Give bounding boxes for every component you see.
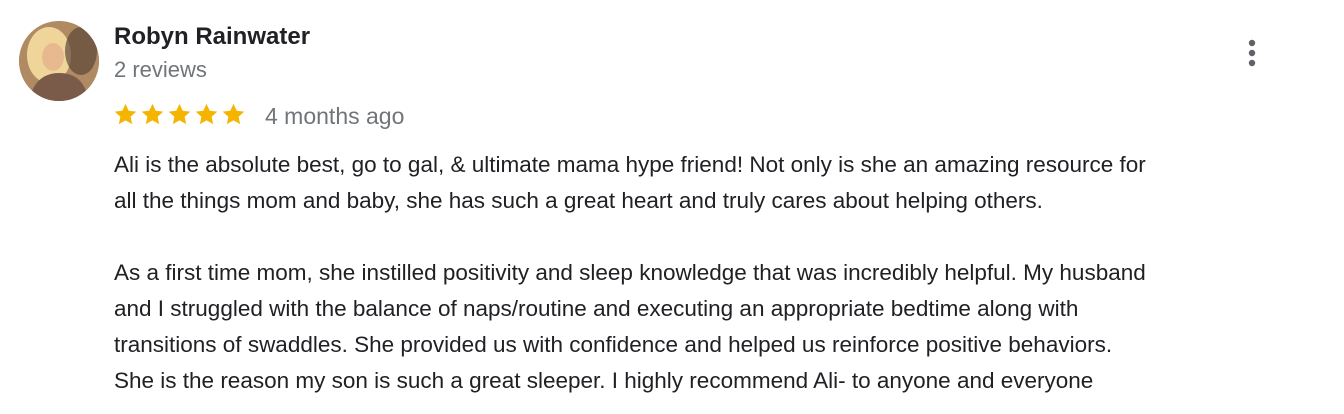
avatar[interactable] [19, 21, 99, 101]
review-line: all the things mom and baby, she has suc… [114, 188, 1043, 213]
review-line: transitions of swaddles. She provided us… [114, 332, 1113, 357]
review-line: As a first time mom, she instilled posit… [114, 260, 1146, 285]
review-time: 4 months ago [265, 103, 405, 129]
review-line: She is the reason my son is such a great… [114, 368, 1094, 393]
review-card: Robyn Rainwater 2 reviews 4 months ago A… [0, 0, 1344, 414]
star-icon [114, 103, 137, 125]
review-text: Ali is the absolute best, go to gal, & u… [114, 147, 1334, 399]
review-line: and I struggled with the balance of naps… [114, 296, 1079, 321]
star-icon [222, 103, 245, 125]
star-icon [195, 103, 218, 125]
star-icon [141, 103, 164, 125]
more-vert-icon[interactable] [1237, 34, 1267, 74]
review-line: Ali is the absolute best, go to gal, & u… [114, 152, 1146, 177]
review-count: 2 reviews [114, 57, 207, 82]
star-icon [168, 103, 191, 125]
author-name[interactable]: Robyn Rainwater [114, 22, 310, 52]
star-rating [113, 102, 246, 127]
